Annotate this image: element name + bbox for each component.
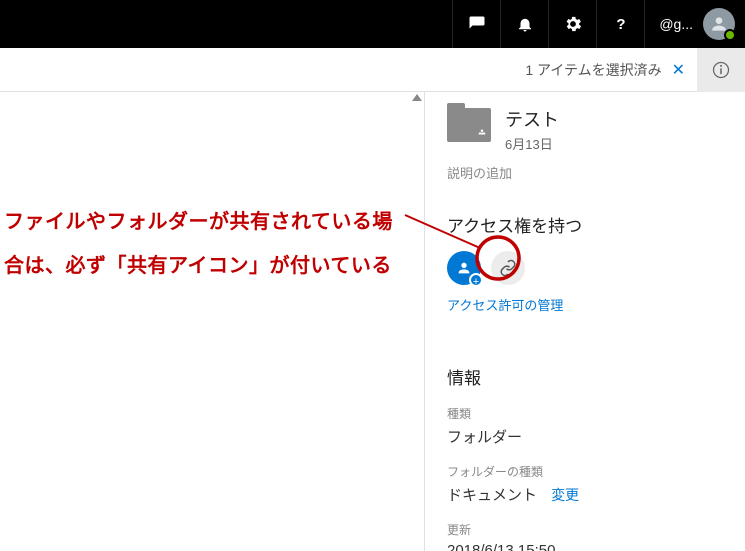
item-title: テスト [505, 106, 559, 132]
annotation-callout: ファイルやフォルダーが共有されている場合は、必ず「共有アイコン」が付いている [4, 200, 404, 288]
main-area: ファイルやフォルダーが共有されている場合は、必ず「共有アイコン」が付いている テ… [0, 92, 745, 551]
info-pane-toggle[interactable] [697, 48, 745, 92]
account-label: @g... [659, 16, 693, 32]
updated-label: 更新 [447, 521, 723, 538]
content-pane: ファイルやフォルダーが共有されている場合は、必ず「共有アイコン」が付いている [0, 92, 425, 551]
info-section: 情報 種類 フォルダー フォルダーの種類 ドキュメント 変更 更新 2018/6… [447, 364, 723, 551]
change-folder-type-link[interactable]: 変更 [551, 487, 579, 503]
access-icons: + [447, 251, 723, 285]
type-value: フォルダー [447, 426, 723, 447]
item-header: テスト 6月13日 [447, 106, 723, 153]
updated-value: 2018/6/13 15:50 [447, 542, 723, 551]
share-badge-icon [476, 127, 488, 140]
add-description-link[interactable]: 説明の追加 [447, 163, 723, 182]
bell-icon[interactable] [500, 0, 548, 48]
selection-count: 1 アイテムを選択済み [519, 60, 667, 80]
account-menu[interactable]: @g... [644, 0, 745, 48]
item-date: 6月13日 [505, 134, 559, 153]
svg-text:?: ? [616, 16, 625, 33]
folder-icon [447, 108, 491, 142]
selection-bar: 1 アイテムを選択済み ✕ [0, 48, 745, 92]
add-people-button[interactable]: + [447, 251, 481, 285]
access-heading: アクセス権を持つ [447, 212, 723, 237]
info-heading: 情報 [447, 364, 723, 389]
scroll-up-icon[interactable] [412, 94, 422, 101]
manage-access-link[interactable]: アクセス許可の管理 [447, 295, 563, 314]
type-label: 種類 [447, 405, 723, 422]
share-link-button[interactable] [491, 251, 525, 285]
gear-icon[interactable] [548, 0, 596, 48]
avatar [703, 8, 735, 40]
details-panel: テスト 6月13日 説明の追加 アクセス権を持つ + アクセス許可の管理 情報 … [425, 92, 745, 551]
chat-icon[interactable] [452, 0, 500, 48]
top-bar: ? @g... [0, 0, 745, 48]
clear-selection-button[interactable]: ✕ [668, 60, 697, 80]
folder-type-label: フォルダーの種類 [447, 463, 723, 480]
help-icon[interactable]: ? [596, 0, 644, 48]
plus-icon: + [469, 273, 483, 287]
folder-type-value: ドキュメント [447, 487, 537, 504]
presence-available-icon [724, 29, 736, 41]
